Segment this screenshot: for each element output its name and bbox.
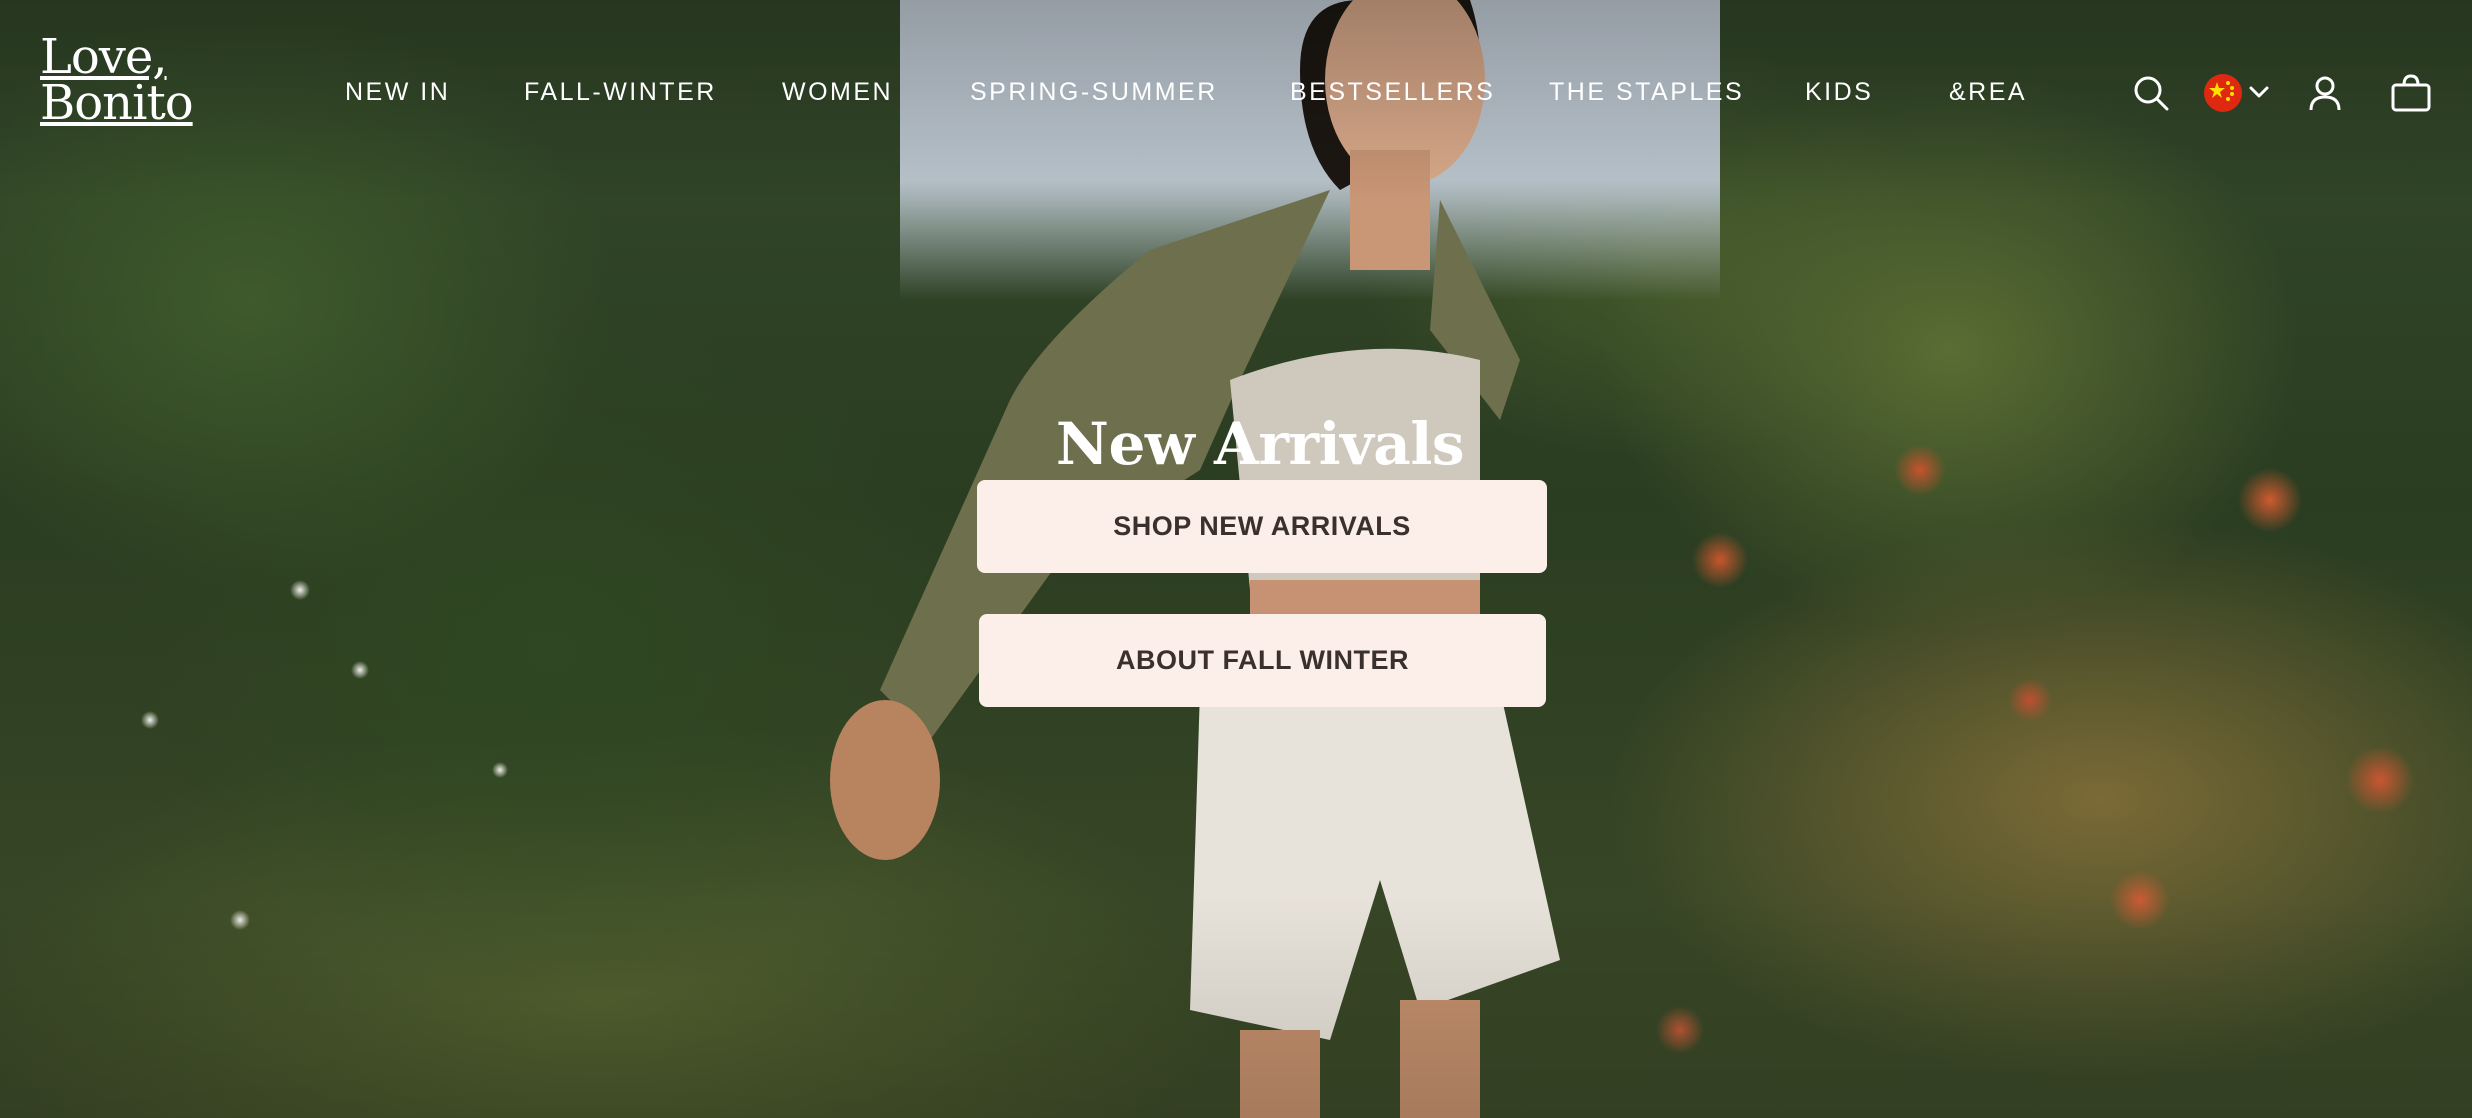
brand-logo[interactable]: Love, Bonito: [40, 29, 230, 131]
logo-line-2: Bonito: [40, 75, 194, 131]
user-icon[interactable]: [2302, 70, 2348, 116]
logo-line-1: Love,: [40, 29, 168, 85]
nav-item-kids[interactable]: KIDS: [1805, 74, 1873, 110]
nav-item-rea[interactable]: &REA: [1949, 74, 2027, 110]
nav-item-women[interactable]: WOMEN: [782, 74, 893, 110]
nav-item-new-in[interactable]: NEW IN: [345, 74, 450, 110]
nav-item-the-staples[interactable]: THE STAPLES: [1549, 74, 1744, 110]
nav-item-bestsellers[interactable]: BESTSELLERS: [1290, 74, 1495, 110]
nav-item-spring-summer[interactable]: SPRING-SUMMER: [970, 74, 1218, 110]
search-icon[interactable]: [2128, 70, 2174, 116]
hero-headline: New Arrivals: [1055, 409, 1465, 478]
region-selector[interactable]: [2203, 70, 2273, 116]
shop-new-arrivals-button[interactable]: SHOP NEW ARRIVALS: [977, 480, 1547, 573]
nav-item-fall-winter[interactable]: FALL-WINTER: [524, 74, 717, 110]
site-header: Love, Bonito NEW IN FALL-WINTER WOMEN SP…: [0, 0, 2472, 190]
shopping-bag-icon[interactable]: [2388, 70, 2434, 116]
china-flag-icon: [2204, 74, 2269, 112]
chevron-down-icon: [2249, 86, 2269, 98]
about-fall-winter-button[interactable]: ABOUT FALL WINTER: [979, 614, 1546, 707]
